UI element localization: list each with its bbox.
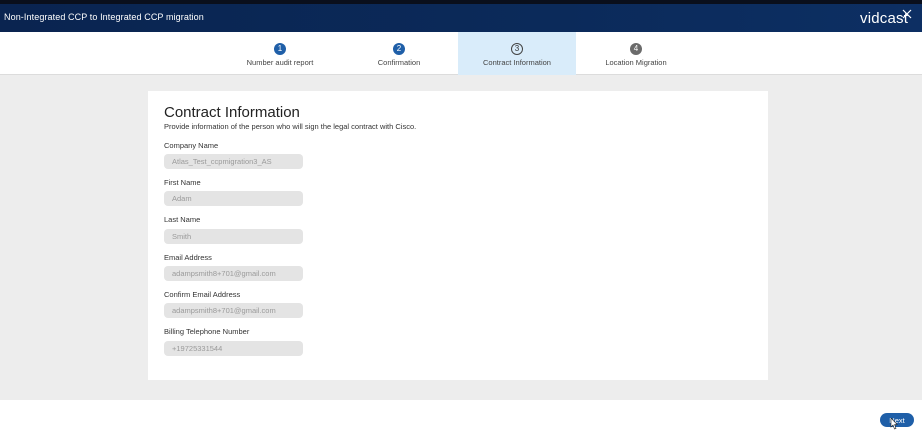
form-title: Contract Information [164, 104, 300, 121]
confirm-email-input[interactable] [164, 303, 303, 318]
step-number-badge: 1 [274, 43, 286, 55]
first-name-label: First Name [164, 178, 201, 187]
last-name-input[interactable] [164, 229, 303, 244]
step-label: Confirmation [377, 58, 421, 67]
mouse-cursor-icon [890, 418, 898, 430]
step-number-badge: 2 [393, 43, 405, 55]
billing-telephone-input[interactable] [164, 341, 303, 356]
first-name-input[interactable] [164, 191, 303, 206]
step-number-badge: 4 [630, 43, 642, 55]
last-name-label: Last Name [164, 215, 201, 224]
billing-telephone-label: Billing Telephone Number [164, 327, 250, 336]
step-number-badge: 3 [511, 43, 523, 55]
footer-bar [0, 400, 922, 433]
step-contract-information[interactable]: 3 Contract Information [458, 32, 576, 75]
confirm-email-label: Confirm Email Address [164, 290, 241, 299]
close-icon[interactable] [901, 8, 913, 20]
step-label: Location Migration [605, 58, 667, 67]
contract-form-card: Contract Information Provide information… [148, 91, 768, 380]
company-name-label: Company Name [164, 141, 219, 150]
form-description: Provide information of the person who wi… [164, 122, 417, 131]
step-label: Number audit report [246, 58, 314, 67]
wizard-stepper: 1 Number audit report 2 Confirmation 3 C… [0, 32, 922, 75]
company-name-input[interactable] [164, 154, 303, 169]
step-location-migration[interactable]: 4 Location Migration [577, 32, 695, 75]
step-label: Contract Information [483, 58, 551, 67]
email-address-input[interactable] [164, 266, 303, 281]
app-header: Non-Integrated CCP to Integrated CCP mig… [0, 4, 922, 32]
window-title: Non-Integrated CCP to Integrated CCP mig… [4, 12, 204, 22]
step-number-audit-report[interactable]: 1 Number audit report [221, 32, 339, 75]
email-address-label: Email Address [164, 253, 212, 262]
step-confirmation[interactable]: 2 Confirmation [340, 32, 458, 75]
